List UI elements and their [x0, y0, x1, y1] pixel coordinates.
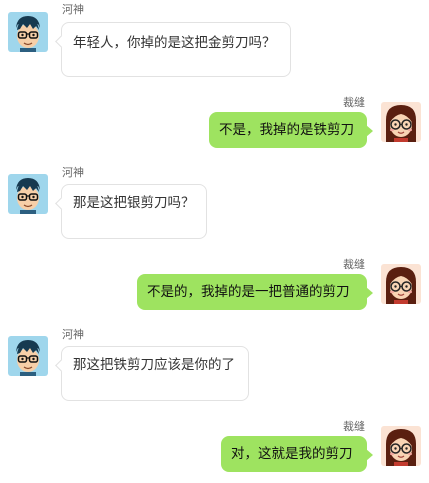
boy-with-glasses-avatar-icon[interactable] — [8, 336, 48, 376]
message-text: 对，这就是我的剪刀 — [231, 446, 353, 462]
message-text: 不是的，我掉的是一把普通的剪刀 — [147, 284, 350, 300]
sender-name: 裁缝 — [343, 96, 365, 109]
message-bubble[interactable]: 不是，我掉的是铁剪刀 — [209, 112, 373, 148]
sender-name: 裁缝 — [343, 420, 365, 433]
message-bubble[interactable]: 对，这就是我的剪刀 — [221, 436, 373, 472]
bubble-tail — [55, 35, 68, 48]
message-bubble[interactable]: 不是的，我掉的是一把普通的剪刀 — [137, 274, 373, 310]
girl-with-glasses-avatar-icon[interactable] — [381, 426, 421, 466]
bubble-tail — [55, 197, 68, 210]
message-bubble[interactable]: 那是这把银剪刀吗？ — [55, 184, 207, 239]
boy-with-glasses-avatar-icon[interactable] — [8, 174, 48, 214]
message-text: 那是这把银剪刀吗？ — [73, 195, 195, 211]
bubble-tail — [55, 359, 68, 372]
sender-name: 裁缝 — [343, 258, 365, 271]
bubble-tail — [366, 287, 373, 299]
bubble-tail — [366, 449, 373, 461]
message-text: 不是，我掉的是铁剪刀 — [219, 122, 354, 138]
message-text: 那这把铁剪刀应该是你的了 — [73, 357, 235, 373]
girl-with-glasses-avatar-icon[interactable] — [381, 264, 421, 304]
message-bubble[interactable]: 年轻人，你掉的是这把金剪刀吗？ — [55, 22, 291, 77]
girl-with-glasses-avatar-icon[interactable] — [381, 102, 421, 142]
sender-name: 河神 — [62, 3, 84, 16]
message-bubble[interactable]: 那这把铁剪刀应该是你的了 — [55, 346, 249, 401]
boy-with-glasses-avatar-icon[interactable] — [8, 12, 48, 52]
chat-conversation: 河神 年轻人，你掉的是这把金剪刀吗？ 裁缝 不是，我掉的是铁剪刀 河神 那是这把… — [0, 0, 429, 483]
bubble-tail — [366, 125, 373, 137]
sender-name: 河神 — [62, 328, 84, 341]
message-text: 年轻人，你掉的是这把金剪刀吗？ — [73, 35, 276, 51]
sender-name: 河神 — [62, 166, 84, 179]
